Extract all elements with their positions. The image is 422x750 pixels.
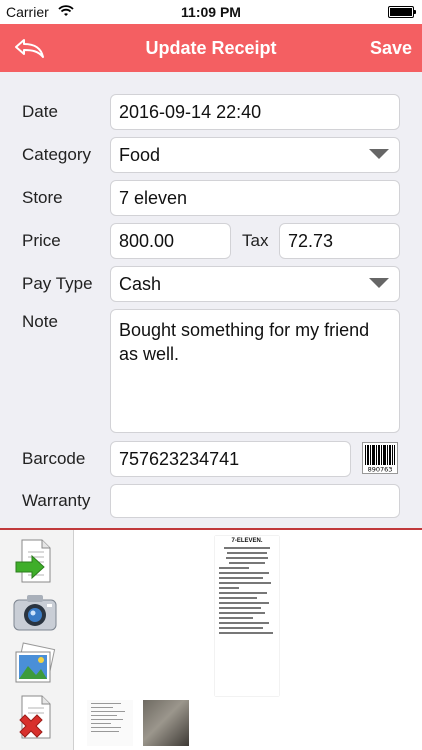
attachment-thumbnail[interactable] [87, 700, 133, 746]
warranty-field[interactable] [110, 484, 400, 518]
attachment-panel: 7-ELEVEN. [0, 530, 422, 750]
category-label: Category [22, 145, 91, 164]
receipt-header: 7-ELEVEN. [231, 538, 263, 544]
receipt-preview: 7-ELEVEN. [75, 530, 422, 750]
camera-icon[interactable] [12, 590, 58, 636]
battery-icon [388, 6, 416, 18]
barcode-label: Barcode [22, 449, 86, 468]
clock: 11:09 PM [181, 4, 241, 20]
save-button[interactable]: Save [370, 38, 412, 59]
pay-type-label: Pay Type [22, 274, 93, 293]
date-field[interactable]: 2016-09-14 22:40 [110, 94, 400, 130]
price-field[interactable]: 800.00 [110, 223, 231, 259]
photo-library-icon[interactable] [12, 642, 58, 688]
pay-type-select[interactable]: Cash [110, 266, 400, 302]
tax-label: Tax [242, 231, 269, 250]
barcode-icon-digits: 890763 [368, 466, 393, 474]
category-value: Food [119, 144, 161, 165]
dropdown-arrow-icon [369, 149, 389, 159]
receipt-form: Date 2016-09-14 22:40 Category Food Stor… [0, 72, 422, 528]
tool-sidebar [0, 530, 74, 750]
barcode-scan-icon[interactable]: 890763 [362, 442, 398, 474]
dropdown-arrow-icon [369, 278, 389, 288]
store-label: Store [22, 188, 63, 207]
import-document-icon[interactable] [12, 538, 58, 584]
barcode-field[interactable]: 757623234741 [110, 441, 351, 477]
store-field[interactable]: 7 eleven [110, 180, 400, 216]
price-label: Price [22, 231, 61, 250]
page-title: Update Receipt [145, 38, 277, 58]
category-select[interactable]: Food [110, 137, 400, 173]
note-label: Note [22, 312, 58, 331]
date-label: Date [22, 102, 58, 121]
tax-field[interactable]: 72.73 [279, 223, 400, 259]
delete-document-icon[interactable] [12, 694, 58, 740]
receipt-image[interactable]: 7-ELEVEN. [215, 536, 279, 696]
pay-type-value: Cash [119, 273, 162, 294]
status-bar: Carrier 11:09 PM [0, 0, 422, 24]
note-textarea[interactable]: Bought something for my friend as well. [110, 309, 400, 433]
warranty-label: Warranty [22, 491, 91, 510]
navigation-bar: Update Receipt Save [0, 24, 422, 72]
attachment-photo-thumbnail[interactable] [143, 700, 189, 746]
